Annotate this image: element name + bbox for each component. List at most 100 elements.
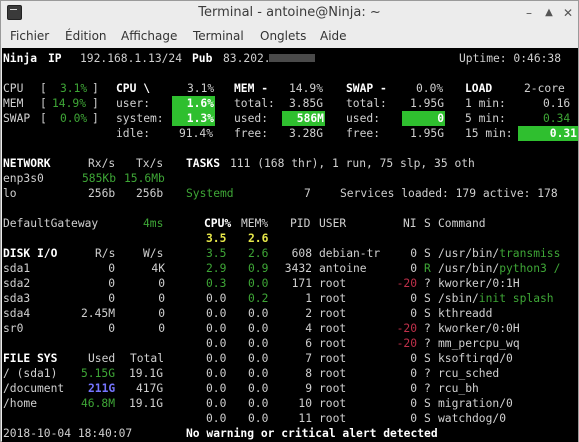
pub-label: Pub	[192, 52, 213, 65]
proc-state: R	[424, 262, 431, 275]
cpu-idle-value: 91.4%	[179, 127, 214, 140]
proc-pid: 4	[305, 322, 312, 335]
proc-state: ?	[424, 277, 431, 290]
proc-pid: 608	[291, 247, 312, 260]
menu-terminal[interactable]: Terminal	[193, 29, 244, 43]
minimize-icon[interactable]: –	[523, 7, 535, 19]
proc-mem: 0.9	[248, 262, 269, 275]
proc-pid: 2	[305, 307, 312, 320]
proc-cpu: 0.0	[206, 352, 227, 365]
proc-cpu: 0.0	[206, 337, 227, 350]
ql-swap-value: 0.0%	[60, 112, 88, 125]
proc-ni: 0	[410, 262, 417, 275]
proc-cpu-sum: 3.5	[206, 232, 227, 245]
terminal-window: Terminal - antoine@Ninja: ~ – ▲ ✕ Fichie…	[0, 0, 579, 442]
load-5min-label: 5 min:	[465, 112, 506, 125]
filesys-total-header: Total	[130, 352, 165, 365]
close-icon[interactable]: ✕	[562, 7, 574, 19]
load-title: LOAD	[465, 82, 493, 95]
fs-mount-home: /home	[3, 397, 38, 410]
proc-mem: 0.0	[248, 412, 269, 425]
alert-status: No warning or critical alert detected	[186, 427, 438, 440]
proc-state: S	[424, 352, 431, 365]
ip-address: 192.168.1.13/24	[80, 52, 183, 65]
proc-user: root	[319, 352, 347, 365]
proc-user: root	[319, 292, 347, 305]
proc-command: rcu_sched	[438, 367, 500, 380]
cpu-user-value: 1.6%	[172, 96, 215, 111]
terminal-area[interactable]: Ninja IP 192.168.1.13/24 Pub 83.202. Upt…	[2, 48, 578, 442]
disk-r-header: R/s	[95, 247, 116, 260]
proc-ni: -20	[396, 322, 417, 335]
proc-mem: 0.0	[248, 307, 269, 320]
disk-name: sda2	[3, 277, 31, 290]
proc-cpu: 0.0	[206, 292, 227, 305]
cpu-title: CPU \	[116, 82, 151, 95]
swap-total-label: total:	[346, 97, 387, 110]
fs-home-used: 46.8M	[81, 397, 116, 410]
disk-read: 0	[108, 322, 115, 335]
disk-read: 0	[108, 262, 115, 275]
mem-free-value: 3.28G	[289, 127, 324, 140]
proc-user: root	[319, 307, 347, 320]
disk-read: 2.45M	[80, 307, 115, 320]
proc-command-highlight: transmiss	[499, 247, 561, 260]
menu-aide[interactable]: Aide	[320, 29, 347, 43]
ql-swap-label: SWAP	[3, 112, 31, 125]
network-title: NETWORK	[3, 157, 51, 170]
menu-onglets[interactable]: Onglets	[260, 29, 306, 43]
proc-command: watchdog/0	[438, 412, 507, 425]
ql-mem-close: ]	[92, 97, 99, 110]
proc-state: S	[424, 397, 431, 410]
proc-header-s[interactable]: S	[424, 216, 431, 231]
window-title: Terminal - antoine@Ninja: ~	[198, 5, 381, 20]
disk-name: sda3	[3, 292, 31, 305]
proc-state: S	[424, 247, 431, 260]
proc-header-pid[interactable]: PID	[290, 216, 310, 231]
cpu-user-label: user:	[116, 97, 151, 110]
proc-user: root	[319, 397, 347, 410]
proc-header-command[interactable]: Command	[438, 216, 486, 231]
proc-user: root	[319, 367, 347, 380]
default-gateway-label: DefaultGateway	[3, 217, 99, 230]
menu-affichage[interactable]: Affichage	[121, 29, 177, 43]
proc-header-cpu[interactable]: CPU%	[204, 216, 231, 231]
proc-header-mem[interactable]: MEM%	[241, 216, 268, 231]
proc-state: S	[424, 292, 431, 305]
ql-cpu-open: [	[40, 82, 47, 95]
net-iface-lo: lo	[3, 187, 17, 200]
proc-command: mm_percpu_wq	[438, 337, 520, 350]
proc-mem: 0.0	[248, 337, 269, 350]
proc-state: ?	[424, 322, 431, 335]
title-bar[interactable]: Terminal - antoine@Ninja: ~ – ▲ ✕	[1, 1, 578, 25]
disk-name: sr0	[3, 322, 24, 335]
proc-cpu: 0.0	[206, 412, 227, 425]
mem-used-value: 586M	[282, 111, 325, 126]
proc-mem: 0.0	[248, 277, 269, 290]
ip-label: IP	[48, 52, 62, 65]
proc-command: rcu_bh	[438, 382, 479, 395]
ql-swap-open: [	[40, 112, 47, 125]
swap-total-pct: 0.0%	[416, 82, 444, 95]
tasks-label: TASKS	[186, 157, 221, 170]
proc-state: S	[424, 307, 431, 320]
public-ip: 83.202.	[223, 52, 271, 65]
tasks-summary: 111 (168 thr), 1 run, 75 slp, 35 oth	[230, 157, 475, 170]
proc-cpu: 0.0	[206, 322, 227, 335]
proc-command: kthreadd	[438, 307, 493, 320]
network-rx-header: Rx/s	[88, 157, 116, 170]
proc-mem: 0.0	[248, 322, 269, 335]
mem-used-label: used:	[234, 112, 269, 125]
proc-header-ni[interactable]: NI	[403, 216, 417, 231]
net-lo-tx: 256b	[136, 187, 164, 200]
menu-fichier[interactable]: Fichier	[10, 29, 49, 43]
menu-edition[interactable]: Édition	[65, 29, 107, 43]
proc-header-user[interactable]: USER	[319, 216, 346, 231]
ql-mem-label: MEM	[3, 97, 24, 110]
proc-ni: 0	[410, 292, 417, 305]
swap-total-value: 1.95G	[410, 97, 445, 110]
proc-cpu: 3.5	[206, 247, 227, 260]
proc-pid: 11	[298, 412, 312, 425]
proc-command-highlight: init splash	[478, 292, 554, 305]
maximize-icon[interactable]: ▲	[543, 7, 555, 19]
